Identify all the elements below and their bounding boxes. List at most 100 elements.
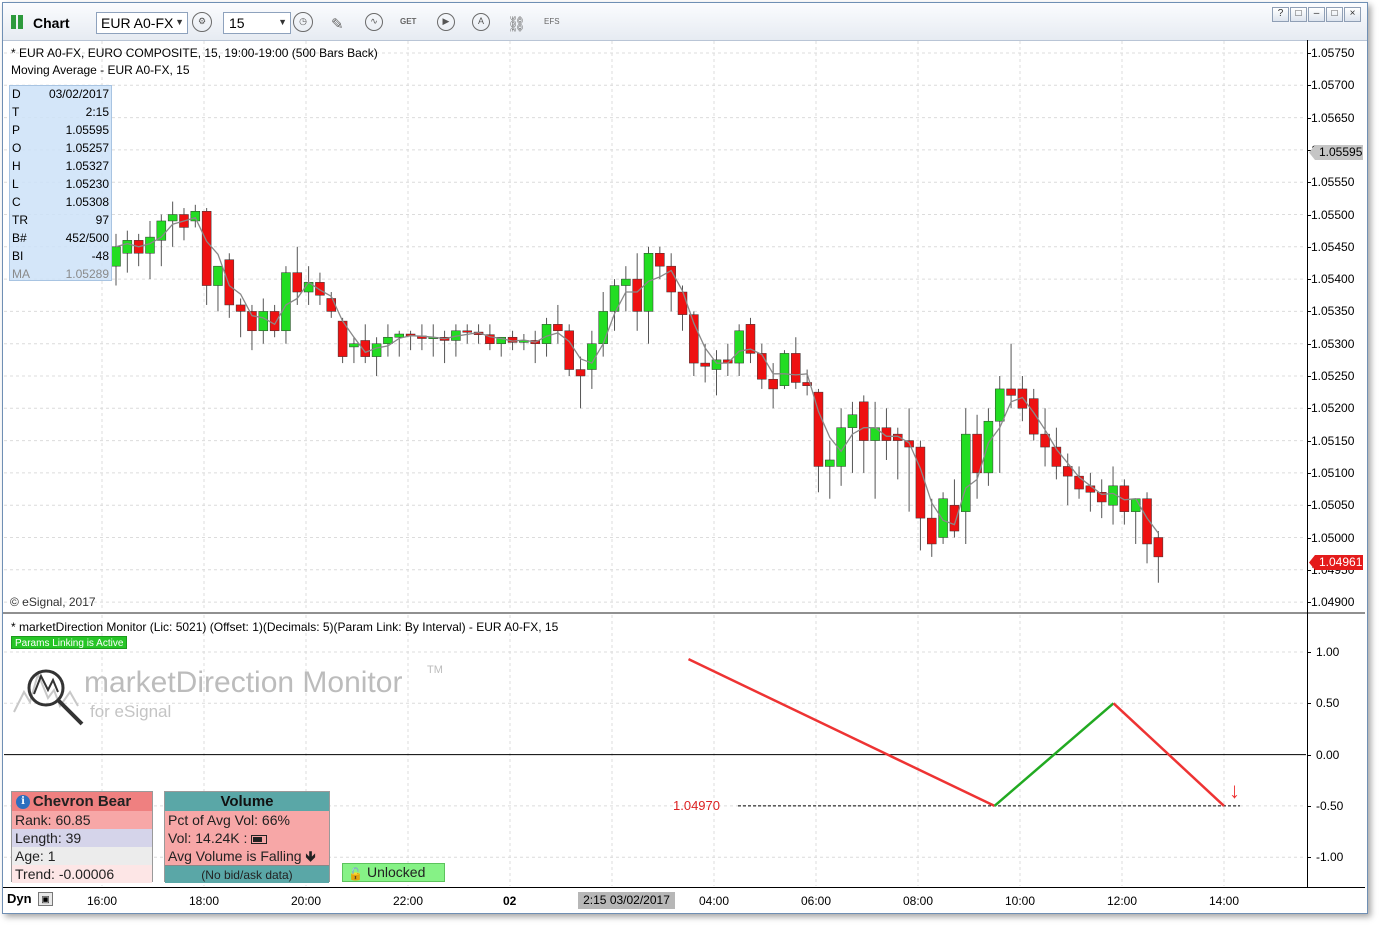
last-price-tag: 1.05595 [1309,145,1363,160]
bull-candle [145,236,155,254]
price-axis-tick [1307,117,1311,119]
bear-candle [326,298,337,312]
bear-candle [1006,388,1016,396]
time-axis-label: 04:00 [699,894,730,908]
chevron-panel[interactable]: Chevron Bear i Rank: 60.85 Length: 39 Ag… [11,791,153,883]
price-axis-tick [1307,182,1311,184]
data-window-row: L 1.05230 [12,177,109,195]
indicator-axis-tick [1307,805,1311,807]
bear-candle [1085,485,1096,493]
data-window-key: TR [12,213,28,227]
data-window-value: 2:15 [85,105,109,119]
bull-candle [394,333,404,338]
time-axis-label: 18:00 [189,894,220,908]
data-window-value: 1.05595 [65,123,109,137]
indicator-axis-tick [1307,754,1311,756]
data-window-key: C [12,195,21,209]
logo-trademark: TM [427,664,443,676]
price-axis-tick [1307,505,1311,507]
camera-icon[interactable]: ▣ [38,892,53,906]
indicator-axis-tick [1307,652,1311,653]
data-window-row: T 2:15 [12,105,109,123]
bear-candle [269,311,280,332]
volume-status-row: Avg Volume is Falling 🡻 [165,847,329,865]
chevron-age: Age: 1 [12,847,152,865]
data-window-row: P 1.05595 [12,123,109,141]
bull-candle [983,420,994,474]
bull-candle [643,253,654,312]
cursor-time-label: 2:15 03/02/2017 [578,892,675,909]
bull-candle [111,246,121,267]
data-window-row: H 1.05327 [12,159,109,177]
chevron-length: Length: 39 [12,829,152,847]
data-window-value: 452/500 [65,231,109,245]
price-axis-line [1307,40,1308,888]
data-window-value: -48 [91,249,109,263]
data-window-key: B# [12,231,27,245]
signal-line-bear [687,658,996,808]
bear-candle [224,259,235,306]
bear-candle [700,362,710,367]
volume-panel[interactable]: Volume Pct of Avg Vol: 66% Vol: 14.24K :… [164,791,330,883]
current-price-tag: 1.04961 [1309,555,1363,570]
data-window-key: L [12,177,19,191]
price-axis-label: 1.05550 [1311,175,1355,190]
battery-icon [251,835,268,844]
price-axis-label: 1.05000 [1311,530,1355,545]
bull-candle [371,343,382,357]
indicator-header[interactable]: * marketDirection Monitor (Lic: 5021) (O… [11,620,558,634]
dynamic-mode-label[interactable]: Dyn [7,891,32,906]
price-chart[interactable] [0,0,1380,927]
data-window-row: O 1.05257 [12,141,109,159]
data-window-row: MA 1.05289 [12,267,109,285]
price-axis-tick [1307,472,1311,474]
time-axis-line [3,887,1365,888]
bull-candle [825,459,835,467]
indicator-axis-label: -1.00 [1316,850,1344,865]
price-axis-label: 1.05500 [1311,207,1355,222]
price-axis-label: 1.05200 [1311,401,1355,416]
price-axis-label: 1.05650 [1311,110,1355,125]
price-axis-tick [1307,149,1311,151]
signal-level-label: 1.04970 [673,798,720,813]
price-axis-label: 1.04900 [1311,595,1355,610]
moving-average-header[interactable]: Moving Average - EUR A0-FX, 15 [11,63,190,77]
pane-separator[interactable] [3,612,1365,614]
bear-candle [575,369,586,377]
bear-candle [915,446,926,519]
bear-candle [768,378,778,390]
price-axis-tick [1307,214,1311,216]
lock-toggle-button[interactable]: 🔓 Unlocked [342,863,445,882]
price-axis-label: 1.05700 [1311,78,1355,93]
bear-candle [292,272,303,293]
volume-footer: (No bid/ask data) [165,865,329,883]
price-axis-tick [1307,279,1311,281]
bull-candle [541,324,552,344]
chevron-trend: Trend: -0.00006 [12,865,152,883]
bear-candle [757,353,767,380]
magnifier-icon [13,669,84,726]
bear-candle [564,330,574,370]
data-window-key: H [12,159,21,173]
down-arrow-icon: ↓ [1229,778,1240,803]
data-window-key: MA [12,267,30,281]
bull-candle [598,311,608,344]
volume-value: Vol: 14.24K : [168,830,248,846]
indicator-axis-label: 1.00 [1316,645,1340,659]
bear-candle [859,401,869,441]
volume-title: Volume [165,792,329,811]
price-axis-tick [1307,537,1311,539]
unlock-icon: 🔓 [348,867,363,881]
data-window-row: D 03/02/2017 [12,87,109,105]
price-pane-header[interactable]: * EUR A0-FX, EURO COMPOSITE, 15, 19:00-1… [11,46,378,60]
info-icon[interactable]: i [16,795,30,809]
data-window-row: BI -48 [12,249,109,267]
bear-candle [791,353,801,383]
price-axis-label: 1.05300 [1311,336,1355,351]
bear-candle [927,517,937,545]
data-window-value: 1.05327 [65,159,109,173]
bear-candle [813,391,824,467]
price-axis-tick [1307,376,1311,377]
price-axis-label: 1.05400 [1311,272,1355,287]
arrow-down-icon: 🡻 [305,848,316,864]
